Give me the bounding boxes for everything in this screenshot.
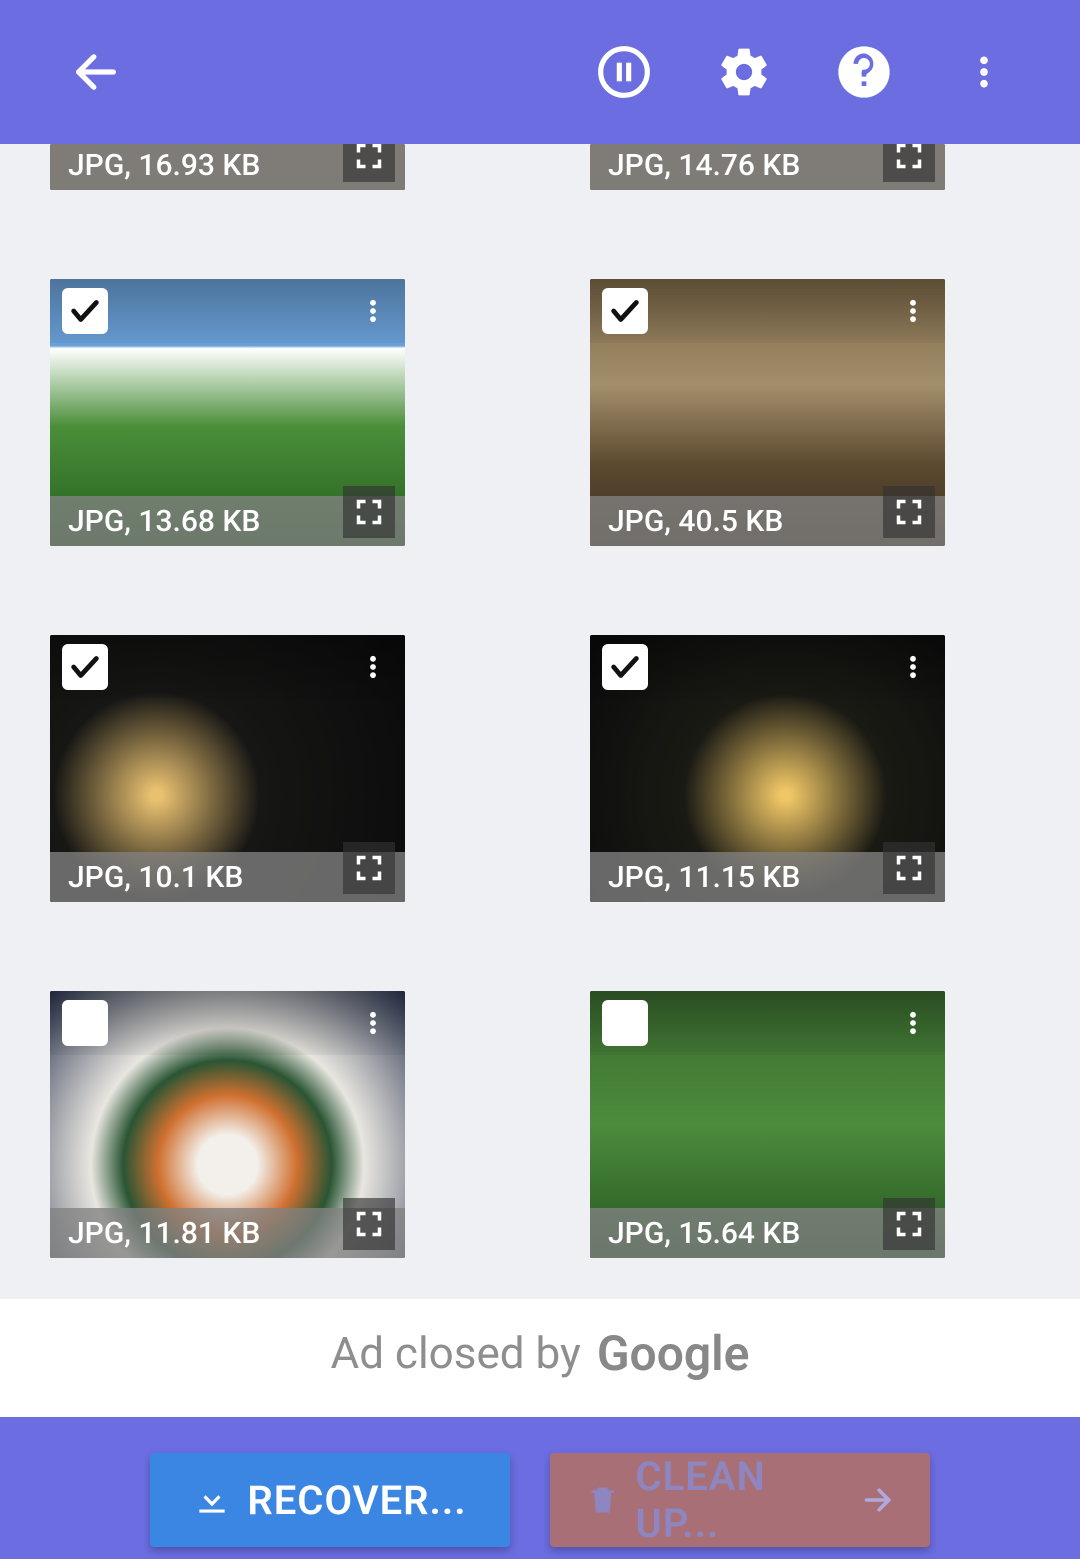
fullscreen-icon [895, 144, 923, 170]
fullscreen-button[interactable] [883, 144, 935, 182]
fullscreen-button[interactable] [343, 144, 395, 182]
fullscreen-icon [355, 1210, 383, 1238]
help-circle-icon [836, 44, 892, 100]
image-grid: JPG, 16.93 KB JPG, 14.76 KB JPG, 13.68 K… [0, 144, 1080, 1299]
ad-banner[interactable]: Ad closed by Google [0, 1289, 1080, 1417]
download-icon [193, 1481, 231, 1519]
more-vertical-icon [899, 291, 927, 331]
arrow-right-icon [861, 1482, 894, 1518]
fullscreen-button[interactable] [343, 1198, 395, 1250]
image-meta-label: JPG, 11.15 KB [608, 860, 800, 895]
checkmark-icon [68, 650, 102, 684]
fullscreen-button[interactable] [343, 486, 395, 538]
trash-icon [586, 1482, 619, 1518]
more-vertical-icon [359, 647, 387, 687]
image-tile[interactable]: JPG, 10.1 KB [50, 635, 405, 902]
image-meta-label: JPG, 13.68 KB [68, 504, 260, 539]
image-meta-label: JPG, 11.81 KB [68, 1216, 260, 1251]
image-tile[interactable]: JPG, 11.81 KB [50, 991, 405, 1258]
image-meta-label: JPG, 10.1 KB [68, 860, 243, 895]
checkmark-icon [608, 294, 642, 328]
select-checkbox[interactable] [62, 644, 108, 690]
image-meta-label: JPG, 16.93 KB [68, 148, 260, 183]
help-button[interactable] [804, 12, 924, 132]
fullscreen-button[interactable] [883, 1198, 935, 1250]
image-meta-label: JPG, 40.5 KB [608, 504, 783, 539]
image-tile[interactable]: JPG, 13.68 KB [50, 279, 405, 546]
tile-menu-button[interactable] [353, 291, 393, 331]
fullscreen-icon [355, 498, 383, 526]
arrow-left-icon [70, 46, 122, 98]
ad-brand-text: Google [597, 1325, 750, 1382]
image-tile[interactable]: JPG, 40.5 KB [590, 279, 945, 546]
fullscreen-button[interactable] [883, 842, 935, 894]
tile-menu-button[interactable] [353, 1003, 393, 1043]
fullscreen-icon [895, 1210, 923, 1238]
select-checkbox[interactable] [602, 1000, 648, 1046]
overflow-menu-button[interactable] [924, 12, 1044, 132]
pause-circle-icon [596, 44, 652, 100]
fullscreen-icon [895, 854, 923, 882]
recover-button[interactable]: RECOVER... [150, 1453, 510, 1547]
checkmark-icon [608, 650, 642, 684]
checkmark-icon [68, 294, 102, 328]
ad-closed-text: Ad closed by [331, 1327, 581, 1379]
tile-menu-button[interactable] [353, 647, 393, 687]
fullscreen-icon [355, 854, 383, 882]
tile-menu-button[interactable] [893, 1003, 933, 1043]
recover-button-label: RECOVER... [247, 1477, 466, 1524]
select-checkbox[interactable] [62, 1000, 108, 1046]
tile-menu-button[interactable] [893, 291, 933, 331]
image-meta-label: JPG, 14.76 KB [608, 148, 800, 183]
cleanup-button-label: CLEAN UP... [635, 1453, 844, 1547]
fullscreen-button[interactable] [883, 486, 935, 538]
bottom-bar: Ad closed by Google RECOVER... CLEAN UP.… [0, 1299, 1080, 1559]
app-toolbar [0, 0, 1080, 144]
image-tile[interactable]: JPG, 16.93 KB [50, 144, 405, 190]
image-meta-label: JPG, 15.64 KB [608, 1216, 800, 1251]
image-tile[interactable]: JPG, 15.64 KB [590, 991, 945, 1258]
tile-menu-button[interactable] [893, 647, 933, 687]
select-checkbox[interactable] [62, 288, 108, 334]
more-vertical-icon [359, 291, 387, 331]
more-vertical-icon [964, 44, 1004, 100]
gear-icon [716, 44, 772, 100]
select-checkbox[interactable] [602, 288, 648, 334]
more-vertical-icon [899, 1003, 927, 1043]
more-vertical-icon [359, 1003, 387, 1043]
select-checkbox[interactable] [602, 644, 648, 690]
image-tile[interactable]: JPG, 11.15 KB [590, 635, 945, 902]
back-button[interactable] [36, 12, 156, 132]
fullscreen-icon [355, 144, 383, 170]
pause-button[interactable] [564, 12, 684, 132]
fullscreen-icon [895, 498, 923, 526]
fullscreen-button[interactable] [343, 842, 395, 894]
more-vertical-icon [899, 647, 927, 687]
cleanup-button[interactable]: CLEAN UP... [550, 1453, 930, 1547]
settings-button[interactable] [684, 12, 804, 132]
image-tile[interactable]: JPG, 14.76 KB [590, 144, 945, 190]
